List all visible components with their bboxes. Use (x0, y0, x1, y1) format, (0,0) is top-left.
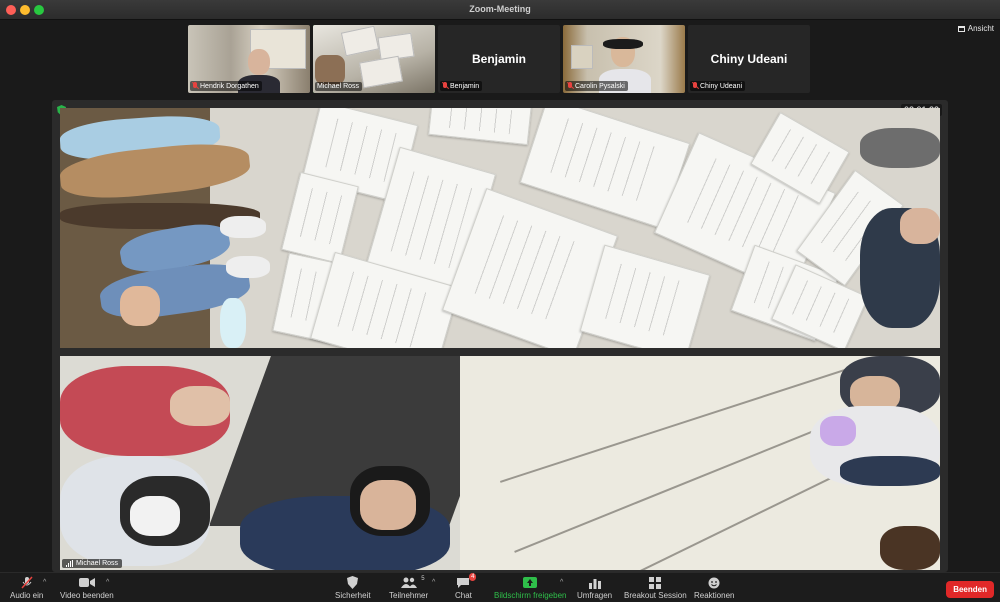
main-video-area[interactable]: 02:01:23 (52, 100, 948, 572)
audio-options-caret[interactable]: ^ (43, 579, 46, 586)
video-label: Video beenden (60, 591, 114, 600)
breakout-grid-icon (647, 576, 663, 589)
participant-strip: Hendrik Dorgathen Michael Ross Benjamin … (188, 25, 812, 93)
polls-button[interactable]: Umfragen (577, 576, 612, 600)
camera-feed-drawings (60, 108, 940, 348)
participant-name: Chiny Udeani (700, 82, 743, 90)
share-screen-icon (522, 576, 538, 589)
shield-icon (345, 576, 361, 589)
breakout-button[interactable]: Breakout Session (624, 576, 687, 600)
participant-tile-hendrik[interactable]: Hendrik Dorgathen (188, 25, 310, 93)
meeting-toolbar: Audio ein ^ Video beenden ^ Sicherheit 5… (0, 572, 1000, 602)
mic-muted-icon (19, 576, 35, 589)
participants-label: Teilnehmer (389, 591, 429, 600)
participant-name: Carolin Pysalski (575, 82, 625, 90)
security-button[interactable]: Sicherheit (335, 576, 371, 600)
audio-button[interactable]: Audio ein (10, 576, 43, 600)
reactions-button[interactable]: Reaktionen (694, 576, 734, 600)
chat-label: Chat (455, 591, 472, 600)
participants-count: 5 (421, 576, 425, 582)
polls-label: Umfragen (577, 591, 613, 600)
participant-tile-chiny[interactable]: Chiny Udeani Chiny Udeani (688, 25, 810, 93)
mic-muted-icon (567, 82, 573, 90)
participant-name: Benjamin (450, 82, 480, 90)
video-options-caret[interactable]: ^ (106, 579, 109, 586)
participant-tile-carolin[interactable]: Carolin Pysalski (563, 25, 685, 93)
end-meeting-button[interactable]: Beenden (946, 581, 994, 598)
bar-chart-icon (587, 576, 603, 589)
participant-name: Michael Ross (317, 83, 360, 90)
speaker-name: Michael Ross (76, 560, 119, 567)
participant-tile-michael[interactable]: Michael Ross (313, 25, 435, 93)
connection-bars-icon (66, 560, 73, 567)
breakout-label: Breakout Session (624, 591, 687, 600)
participant-display-name: Benjamin (471, 52, 526, 66)
participant-name-tag: Carolin Pysalski (565, 81, 628, 91)
participant-name: Hendrik Dorgathen (200, 82, 259, 90)
participant-display-name: Chiny Udeani (710, 52, 788, 66)
participant-tile-benjamin[interactable]: Benjamin Benjamin (438, 25, 560, 93)
mic-muted-icon (442, 82, 448, 90)
speaker-name-tag: Michael Ross (62, 559, 123, 568)
participant-name-tag: Hendrik Dorgathen (190, 81, 262, 91)
mic-muted-icon (692, 82, 698, 90)
window-title: Zoom-Meeting (469, 4, 531, 14)
share-screen-label: Bildschirm freigeben (494, 591, 567, 600)
security-label: Sicherheit (335, 591, 371, 600)
audio-label: Audio ein (10, 591, 44, 600)
chat-button[interactable]: 4 Chat (455, 573, 477, 600)
chat-bubble-icon: 4 (455, 573, 477, 589)
view-button[interactable]: Ansicht (957, 24, 994, 33)
share-options-caret[interactable]: ^ (560, 579, 563, 586)
camera-feed-students: Michael Ross (60, 356, 940, 570)
participant-name-tag: Michael Ross (315, 82, 363, 91)
mic-muted-icon (192, 82, 198, 90)
participants-icon: 5 (400, 576, 425, 589)
chat-unread-badge: 4 (469, 573, 477, 581)
participants-button[interactable]: 5 Teilnehmer (389, 576, 428, 600)
reactions-label: Reaktionen (694, 591, 735, 600)
participant-name-tag: Chiny Udeani (690, 81, 746, 91)
gallery-view-icon (957, 25, 965, 32)
title-bar: Zoom-Meeting (0, 0, 1000, 20)
view-label: Ansicht (967, 24, 994, 33)
share-screen-button[interactable]: Bildschirm freigeben (494, 576, 566, 600)
zoom-window: Zoom-Meeting Ansicht Hendrik Dorgathen M… (0, 0, 1000, 602)
video-camera-icon (78, 576, 95, 589)
participants-options-caret[interactable]: ^ (432, 579, 435, 586)
smiley-icon (706, 576, 722, 589)
participant-name-tag: Benjamin (440, 81, 483, 91)
